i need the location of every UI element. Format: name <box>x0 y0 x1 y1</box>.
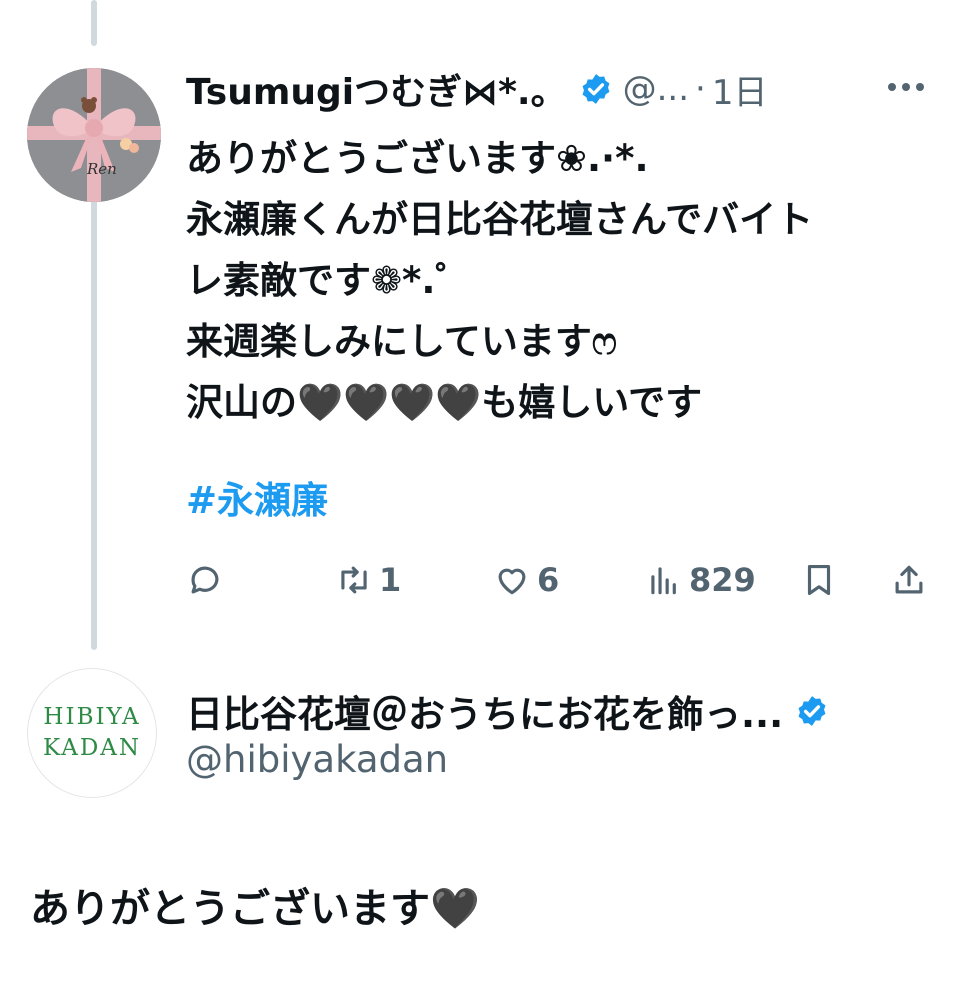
reply-button[interactable] <box>186 556 230 604</box>
tweet-line: レ素敵です❁*.゜ <box>186 259 473 302</box>
tweet-header: Tsumugiつむぎ⋈*.。 @... · 1日 <box>186 64 767 114</box>
like-count: 6 <box>537 561 560 599</box>
org-header: 日比谷花壇＠おうちにお花を飾っ... <box>186 685 839 737</box>
views-count: 829 <box>689 561 756 599</box>
verified-badge-icon <box>582 74 610 104</box>
org-avatar[interactable]: HIBIYA KADAN <box>27 668 157 798</box>
more-icon[interactable] <box>884 72 928 102</box>
share-button[interactable] <box>890 556 928 604</box>
user-handle[interactable]: @... <box>623 69 689 109</box>
avatar-signature: Ren <box>86 160 117 178</box>
main-tweet-text: ありがとうございます🖤 <box>30 886 480 932</box>
hashtag-link[interactable]: #永瀬廉 <box>186 470 328 524</box>
reply-icon <box>191 566 219 594</box>
tweet-line: 永瀬廉くんが日比谷花壇さんでバイト <box>186 198 814 241</box>
timestamp[interactable]: 1日 <box>712 65 768 114</box>
share-icon <box>895 565 923 594</box>
retweet-button[interactable]: 1 <box>335 556 401 604</box>
like-icon <box>498 568 526 595</box>
org-handle[interactable]: @hibiyakadan <box>186 738 448 781</box>
user-avatar[interactable]: Ren <box>27 68 161 202</box>
retweet-icon <box>341 566 367 594</box>
thread-line-top <box>91 0 97 46</box>
retweet-count: 1 <box>379 561 402 599</box>
tweet-line: 来週楽しみにしていますෆ <box>186 320 617 363</box>
org-logo-line: HIBIYA <box>43 704 141 730</box>
tweet-line: ありがとうございます❀.·*. <box>186 137 649 180</box>
bookmark-button[interactable] <box>800 556 838 604</box>
verified-badge-icon <box>798 696 826 726</box>
tweet-line: 沢山の🖤🖤🖤🖤も嬉しいです <box>186 381 703 424</box>
views-button[interactable]: 829 <box>645 556 756 604</box>
org-display-name[interactable]: 日比谷花壇＠おうちにお花を飾っ... <box>186 684 783 738</box>
tweet-actions: 1 6 829 <box>0 556 960 604</box>
display-name[interactable]: Tsumugiつむぎ⋈*.。 <box>186 63 567 115</box>
avatar-image: Ren <box>27 68 161 202</box>
tweet-text: ありがとうございます❀.·*. 永瀬廉くんが日比谷花壇さんでバイト レ素敵です❁… <box>186 128 926 433</box>
org-logo-line: KADAN <box>42 735 142 761</box>
separator-dot: · <box>695 69 706 109</box>
like-button[interactable]: 6 <box>493 556 559 604</box>
bookmark-icon <box>807 564 831 596</box>
views-icon <box>651 567 676 595</box>
